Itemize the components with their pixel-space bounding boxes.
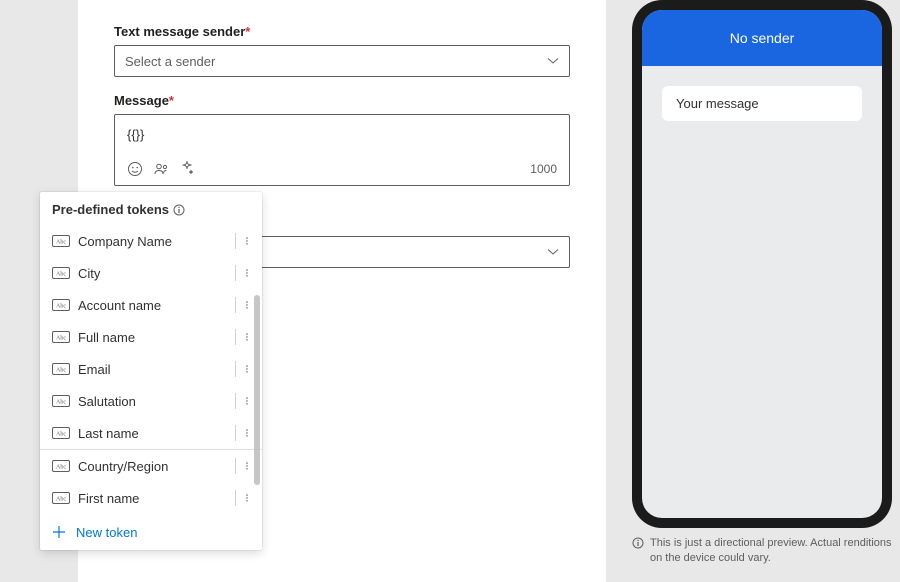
token-label: City bbox=[78, 266, 227, 281]
tokens-list: AbcCompany NameAbcCityAbcAccount nameAbc… bbox=[40, 225, 262, 514]
token-item[interactable]: Abc Last name bbox=[40, 417, 262, 449]
info-icon bbox=[632, 537, 644, 549]
more-icon[interactable] bbox=[240, 234, 254, 248]
token-actions bbox=[235, 490, 254, 506]
message-bubble: Your message bbox=[662, 86, 862, 121]
token-item[interactable]: Abc Email bbox=[40, 353, 262, 385]
token-actions bbox=[235, 425, 254, 441]
message-label: Message* bbox=[114, 93, 570, 108]
more-icon[interactable] bbox=[240, 330, 254, 344]
phone-header: No sender bbox=[642, 10, 882, 66]
token-actions bbox=[235, 265, 254, 281]
chevron-down-icon bbox=[547, 246, 559, 258]
emoji-icon[interactable] bbox=[127, 161, 143, 177]
chevron-down-icon bbox=[547, 55, 559, 67]
text-field-icon: Abc bbox=[52, 235, 70, 247]
token-label: Country/Region bbox=[78, 459, 227, 474]
token-actions bbox=[235, 361, 254, 377]
svg-text:Abc: Abc bbox=[56, 497, 66, 503]
token-actions bbox=[235, 297, 254, 313]
token-actions bbox=[235, 458, 254, 474]
text-field-icon: Abc bbox=[52, 492, 70, 504]
more-icon[interactable] bbox=[240, 491, 254, 505]
token-item[interactable]: Abc Full name bbox=[40, 321, 262, 353]
token-label: Full name bbox=[78, 330, 227, 345]
info-icon[interactable] bbox=[173, 204, 185, 216]
svg-text:Abc: Abc bbox=[56, 465, 66, 471]
svg-text:Abc: Abc bbox=[56, 432, 66, 438]
text-field-icon: Abc bbox=[52, 427, 70, 439]
message-textarea[interactable]: {{}} bbox=[115, 115, 569, 157]
plus-icon bbox=[52, 525, 66, 539]
more-icon[interactable] bbox=[240, 362, 254, 376]
message-box: {{}} 1000 bbox=[114, 114, 570, 186]
text-field-icon: Abc bbox=[52, 460, 70, 472]
token-label: Salutation bbox=[78, 394, 227, 409]
token-label: Last name bbox=[78, 426, 227, 441]
svg-text:Abc: Abc bbox=[56, 336, 66, 342]
svg-text:Abc: Abc bbox=[56, 400, 66, 406]
token-item[interactable]: Abc Company Name bbox=[40, 225, 262, 257]
token-label: Account name bbox=[78, 298, 227, 313]
token-label: Email bbox=[78, 362, 227, 377]
new-token-label: New token bbox=[76, 525, 137, 540]
text-field-icon: Abc bbox=[52, 395, 70, 407]
sender-placeholder: Select a sender bbox=[125, 54, 215, 69]
svg-text:Abc: Abc bbox=[56, 240, 66, 246]
text-field-icon: Abc bbox=[52, 267, 70, 279]
token-actions bbox=[235, 393, 254, 409]
svg-text:Abc: Abc bbox=[56, 304, 66, 310]
phone-body: Your message bbox=[642, 66, 882, 518]
sparkle-icon[interactable] bbox=[179, 161, 195, 177]
sender-label: Text message sender* bbox=[114, 24, 570, 39]
more-icon[interactable] bbox=[240, 426, 254, 440]
new-token-button[interactable]: New token bbox=[40, 514, 262, 550]
char-count: 1000 bbox=[530, 162, 557, 176]
people-icon[interactable] bbox=[153, 161, 169, 177]
more-icon[interactable] bbox=[240, 459, 254, 473]
token-item[interactable]: Abc Salutation bbox=[40, 385, 262, 417]
phone-preview-frame: No sender Your message bbox=[632, 0, 892, 528]
token-item[interactable]: Abc City bbox=[40, 257, 262, 289]
more-icon[interactable] bbox=[240, 298, 254, 312]
token-item[interactable]: Abc Country/Region bbox=[40, 450, 262, 482]
token-item[interactable]: Abc Account name bbox=[40, 289, 262, 321]
text-field-icon: Abc bbox=[52, 363, 70, 375]
token-label: First name bbox=[78, 491, 227, 506]
more-icon[interactable] bbox=[240, 394, 254, 408]
svg-text:Abc: Abc bbox=[56, 368, 66, 374]
tokens-popover: Pre-defined tokens Abc Company Name Abc Cit… bbox=[40, 192, 262, 550]
scrollbar-thumb[interactable] bbox=[254, 295, 260, 485]
svg-text:Abc: Abc bbox=[56, 272, 66, 278]
preview-caption: This is just a directional preview. Actu… bbox=[632, 536, 892, 566]
token-actions bbox=[235, 233, 254, 249]
sender-select[interactable]: Select a sender bbox=[114, 45, 570, 77]
token-actions bbox=[235, 329, 254, 345]
message-toolbar: 1000 bbox=[115, 157, 569, 185]
tokens-header: Pre-defined tokens bbox=[40, 192, 262, 225]
token-item[interactable]: Abc First name bbox=[40, 482, 262, 514]
text-field-icon: Abc bbox=[52, 299, 70, 311]
text-field-icon: Abc bbox=[52, 331, 70, 343]
token-label: Company Name bbox=[78, 234, 227, 249]
phone-screen: No sender Your message bbox=[642, 10, 882, 518]
more-icon[interactable] bbox=[240, 266, 254, 280]
